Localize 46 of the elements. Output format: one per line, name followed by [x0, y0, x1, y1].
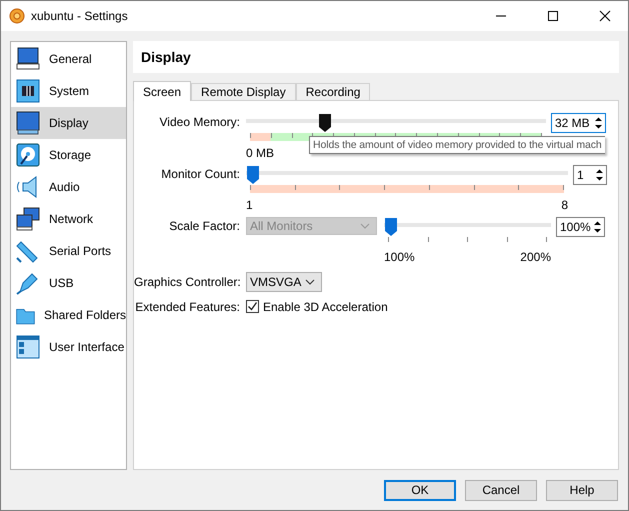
- scale-max-label: 200%: [520, 250, 551, 264]
- scale-min-label: 100%: [384, 250, 415, 264]
- window-title: xubuntu - Settings: [31, 9, 128, 23]
- chevron-icon: [360, 223, 370, 229]
- dialog-button[interactable]: OK: [384, 480, 456, 500]
- field-label: Extended Features:: [134, 300, 241, 314]
- sidebar-item[interactable]: Storage: [11, 139, 126, 171]
- scale-min-label: 1: [246, 198, 253, 212]
- slider-thumb[interactable]: [318, 113, 332, 133]
- scale-min-label: 0 MB: [246, 146, 274, 160]
- slider-thumb[interactable]: [246, 165, 260, 185]
- close-icon: [599, 10, 611, 22]
- page-title: Display: [133, 41, 619, 73]
- tooltip: Holds the amount of video memory provided to the virtual mach: [309, 136, 605, 154]
- spin-box[interactable]: 1: [573, 165, 607, 185]
- slider-thumb[interactable]: [384, 217, 398, 237]
- tab[interactable]: Screen: [133, 81, 192, 101]
- sidebar-item[interactable]: Network: [11, 203, 126, 235]
- sidebar-item[interactable]: System: [11, 75, 126, 107]
- sidebar-item[interactable]: Shared Folders: [11, 299, 126, 331]
- tab[interactable]: Recording: [296, 83, 370, 100]
- scale-max-label: 8: [561, 198, 568, 212]
- window-icon: [15, 334, 41, 360]
- monitor-icon: [15, 46, 41, 72]
- tab[interactable]: Remote Display: [191, 83, 296, 100]
- chevron-icon: [305, 278, 315, 284]
- sidebar-item[interactable]: Serial Ports: [11, 235, 126, 267]
- controller-dropdown[interactable]: VMSVGA: [246, 272, 322, 292]
- maximize-icon: [547, 10, 559, 22]
- monitor-icon: [15, 110, 41, 136]
- sidebar-item[interactable]: Audio: [11, 171, 126, 203]
- acceleration-checkbox[interactable]: Enable 3D Acceleration: [246, 300, 388, 314]
- field-label: Monitor Count:: [160, 166, 241, 181]
- sidebar-item[interactable]: USB: [11, 267, 126, 299]
- field-label: Graphics Controller:: [134, 274, 242, 288]
- spin-box[interactable]: 100%: [556, 217, 605, 237]
- sidebar-item[interactable]: Display: [11, 107, 126, 139]
- spin-box[interactable]: 32 MB: [551, 113, 606, 133]
- sidebar-item[interactable]: General: [11, 43, 126, 75]
- field-label: Scale Factor:: [168, 218, 241, 233]
- dialog-button[interactable]: Cancel: [465, 480, 537, 500]
- field-label: Video Memory:: [158, 114, 241, 129]
- chip-icon: [15, 78, 41, 104]
- dialog-button[interactable]: Help: [546, 480, 618, 500]
- monitors-icon: [15, 206, 41, 232]
- sidebar-item[interactable]: User Interface: [11, 331, 126, 363]
